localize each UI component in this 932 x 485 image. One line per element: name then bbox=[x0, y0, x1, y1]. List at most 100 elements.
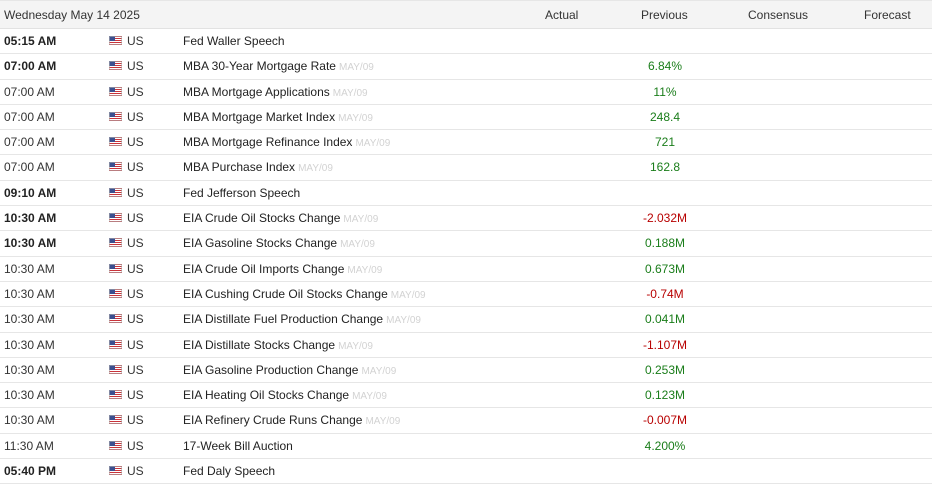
event-cell: MBA Mortgage Refinance Index MAY/09 bbox=[183, 135, 390, 151]
event-country: US bbox=[127, 160, 144, 175]
calendar-header: Wednesday May 14 2025 Actual Previous Co… bbox=[0, 0, 932, 29]
event-country: US bbox=[127, 34, 144, 48]
event-name-link[interactable]: Fed Waller Speech bbox=[183, 34, 285, 48]
previous-value: 0.253M bbox=[644, 362, 686, 377]
event-cell: EIA Distillate Stocks Change MAY/09 bbox=[183, 338, 373, 354]
event-country: US bbox=[127, 413, 144, 428]
us-flag-icon bbox=[109, 211, 122, 223]
event-time: 07:00 AM bbox=[4, 109, 55, 124]
event-period: MAY/09 bbox=[338, 112, 373, 124]
event-name-link[interactable]: MBA Mortgage Applications bbox=[183, 85, 330, 99]
event-time: 10:30 AM bbox=[4, 312, 55, 327]
event-cell: EIA Crude Oil Imports Change MAY/09 bbox=[183, 262, 382, 278]
event-period: MAY/09 bbox=[298, 163, 333, 175]
event-name-link[interactable]: EIA Gasoline Production Change bbox=[183, 363, 358, 377]
event-row[interactable]: 09:10 AM US Fed Jefferson Speech bbox=[0, 181, 932, 207]
us-flag-icon bbox=[109, 338, 122, 349]
event-row[interactable]: 10:30 AM US EIA Cushing Crude Oil Stocks C… bbox=[0, 282, 932, 308]
event-time: 07:00 AM bbox=[4, 135, 55, 150]
event-cell: EIA Crude Oil Stocks Change MAY/09 bbox=[183, 211, 378, 227]
us-flag-icon bbox=[109, 312, 122, 324]
event-time: 10:30 AM bbox=[4, 261, 55, 276]
event-name-link[interactable]: EIA Refinery Crude Runs Change bbox=[183, 413, 362, 427]
event-cell: 17-Week Bill Auction bbox=[183, 439, 293, 453]
event-country: US bbox=[127, 464, 144, 479]
previous-value: 248.4 bbox=[649, 109, 681, 124]
event-name-link[interactable]: EIA Crude Oil Stocks Change bbox=[183, 211, 340, 225]
event-time: 07:00 AM bbox=[4, 84, 55, 99]
event-period: MAY/09 bbox=[347, 264, 383, 276]
event-name-link[interactable]: MBA Mortgage Market Index bbox=[183, 110, 335, 124]
event-row[interactable]: 10:30 AM US EIA Crude Oil Imports Change MA… bbox=[0, 257, 932, 282]
previous-value: 721 bbox=[654, 135, 676, 150]
event-country: US bbox=[127, 109, 144, 124]
event-row[interactable]: 07:00 AM US MBA Mortgage Applications MAY/0… bbox=[0, 80, 932, 105]
event-row[interactable]: 07:00 AM US MBA Mortgage Market Index MAY/0… bbox=[0, 105, 932, 131]
event-time: 10:30 AM bbox=[4, 286, 55, 301]
event-row[interactable]: 07:00 AM US MBA Mortgage Refinance Index MA… bbox=[0, 130, 932, 156]
us-flag-icon bbox=[109, 110, 122, 121]
event-row[interactable]: 10:30 AM US EIA Crude Oil Stocks Change MAY… bbox=[0, 206, 932, 232]
event-row[interactable]: 10:30 AM US EIA Gasoline Stocks Change MAY/… bbox=[0, 231, 932, 257]
event-row[interactable]: 11:30 AM US 17-Week Bill Auction 4.200% bbox=[0, 434, 932, 460]
event-row[interactable]: 10:30 AM US EIA Distillate Fuel Production… bbox=[0, 307, 932, 333]
event-time: 07:00 AM bbox=[4, 160, 55, 175]
forecast-column-header[interactable]: Forecast bbox=[864, 8, 911, 22]
event-name-link[interactable]: MBA Purchase Index bbox=[183, 160, 295, 174]
event-name-link[interactable]: EIA Distillate Stocks Change bbox=[183, 338, 335, 352]
event-row[interactable]: 07:00 AM US MBA Purchase Index MAY/09 162.8 bbox=[0, 155, 932, 181]
us-flag-icon bbox=[109, 160, 122, 172]
event-period: MAY/09 bbox=[338, 340, 373, 352]
event-cell: EIA Heating Oil Stocks Change MAY/09 bbox=[183, 388, 387, 404]
actual-column-header[interactable]: Actual bbox=[545, 8, 578, 22]
calendar-date-header: Wednesday May 14 2025 bbox=[4, 8, 140, 22]
event-time: 09:10 AM bbox=[4, 185, 57, 200]
event-name-link[interactable]: MBA Mortgage Refinance Index bbox=[183, 135, 352, 149]
us-flag-icon bbox=[109, 59, 122, 71]
us-flag-icon bbox=[109, 413, 122, 425]
previous-column-header[interactable]: Previous bbox=[641, 8, 688, 22]
event-period: MAY/09 bbox=[352, 391, 387, 403]
us-flag-icon bbox=[109, 439, 122, 450]
event-name-link[interactable]: MBA 30-Year Mortgage Rate bbox=[183, 59, 336, 73]
event-row[interactable]: 10:30 AM US EIA Gasoline Production Change… bbox=[0, 358, 932, 384]
previous-value: 6.84% bbox=[647, 59, 683, 74]
event-row[interactable]: 05:15 AM US Fed Waller Speech bbox=[0, 29, 932, 55]
event-country: US bbox=[127, 84, 144, 99]
us-flag-icon bbox=[109, 363, 122, 374]
event-row[interactable]: 05:40 PM US Fed Daly Speech bbox=[0, 459, 932, 485]
event-cell: Fed Jefferson Speech bbox=[183, 186, 300, 200]
event-period: MAY/09 bbox=[390, 289, 426, 301]
event-name-link[interactable]: EIA Gasoline Stocks Change bbox=[183, 236, 337, 250]
event-period: MAY/09 bbox=[361, 365, 397, 377]
previous-value: 0.188M bbox=[644, 236, 686, 251]
event-cell: MBA Purchase Index MAY/09 bbox=[183, 160, 333, 176]
previous-value: -1.107M bbox=[642, 337, 688, 352]
previous-value: 4.200% bbox=[644, 438, 686, 453]
event-name-link[interactable]: 17-Week Bill Auction bbox=[183, 439, 293, 453]
event-name-link[interactable]: Fed Jefferson Speech bbox=[183, 186, 300, 200]
event-row[interactable]: 07:00 AM US MBA 30-Year Mortgage Rate MAY/0… bbox=[0, 54, 932, 80]
event-row[interactable]: 10:30 AM US EIA Distillate Stocks Change MA… bbox=[0, 333, 932, 358]
event-cell: EIA Cushing Crude Oil Stocks Change MAY/0… bbox=[183, 287, 426, 303]
event-cell: MBA Mortgage Market Index MAY/09 bbox=[183, 110, 373, 126]
event-row[interactable]: 10:30 AM US EIA Heating Oil Stocks Change M… bbox=[0, 383, 932, 409]
event-time: 10:30 AM bbox=[4, 413, 55, 428]
us-flag-icon bbox=[109, 135, 122, 147]
event-row[interactable]: 10:30 AM US EIA Refinery Crude Runs Change… bbox=[0, 408, 932, 434]
event-name-link[interactable]: EIA Crude Oil Imports Change bbox=[183, 262, 344, 276]
previous-value: -0.007M bbox=[642, 413, 688, 428]
event-time: 10:30 AM bbox=[4, 362, 55, 377]
event-name-link[interactable]: EIA Cushing Crude Oil Stocks Change bbox=[183, 287, 388, 301]
event-cell: Fed Daly Speech bbox=[183, 464, 275, 478]
event-name-link[interactable]: Fed Daly Speech bbox=[183, 464, 275, 478]
event-country: US bbox=[127, 286, 144, 301]
event-country: US bbox=[127, 388, 144, 403]
consensus-column-header[interactable]: Consensus bbox=[748, 8, 808, 22]
event-name-link[interactable]: EIA Heating Oil Stocks Change bbox=[183, 388, 349, 402]
event-time: 10:30 AM bbox=[4, 388, 55, 403]
event-cell: EIA Refinery Crude Runs Change MAY/09 bbox=[183, 413, 400, 429]
previous-value: 0.673M bbox=[644, 261, 686, 276]
us-flag-icon bbox=[109, 34, 122, 45]
event-name-link[interactable]: EIA Distillate Fuel Production Change bbox=[183, 312, 383, 326]
